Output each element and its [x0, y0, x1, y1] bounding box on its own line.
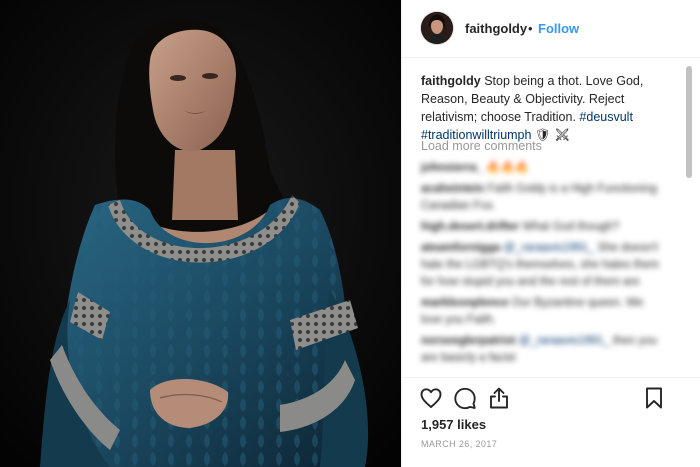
comment-item: high.desert.drifter What God though?: [421, 219, 666, 236]
comment-mention[interactable]: @_raraavis1991_: [519, 335, 610, 347]
comment-username[interactable]: norseeglerpatriot: [421, 335, 516, 347]
load-more-comments-link[interactable]: Load more comments: [421, 139, 542, 153]
separator-dot: •: [528, 21, 533, 36]
bookmark-icon[interactable]: [642, 386, 666, 410]
post-date[interactable]: MARCH 26, 2017: [421, 439, 497, 449]
post-header: faithgoldy • Follow: [402, 0, 700, 58]
post-sidebar: faithgoldy • Follow faithgoldy Stop bein…: [401, 0, 700, 467]
share-icon[interactable]: [487, 386, 511, 410]
post-actions-footer: 1,957 likes MARCH 26, 2017: [402, 377, 700, 467]
follow-button[interactable]: Follow: [538, 21, 579, 36]
comment-username[interactable]: markleonplence: [421, 297, 509, 309]
portrait-image: [0, 0, 401, 467]
comment-item: acaheintein Faith Goldy is a High Functi…: [421, 181, 666, 215]
post-photo[interactable]: [0, 0, 401, 467]
hashtag-link[interactable]: #deusvult: [579, 110, 633, 124]
comment-item: ateamfornigga @_raraavis1991_ She doesn'…: [421, 240, 666, 291]
comment-icon[interactable]: [453, 386, 477, 410]
heart-icon[interactable]: [419, 386, 443, 410]
comment-item: johnsierra_ 🔥🔥🔥: [421, 160, 666, 177]
avatar[interactable]: [421, 12, 453, 44]
comment-text: 🔥🔥🔥: [486, 162, 530, 174]
comment-username[interactable]: ateamfornigga: [421, 242, 500, 254]
comment-item: norseeglerpatriot @_raraavis1991_ then y…: [421, 333, 666, 367]
avatar-image: [421, 12, 453, 44]
header-username[interactable]: faithgoldy: [465, 21, 527, 36]
post-caption: faithgoldy Stop being a thot. Love God, …: [421, 72, 671, 144]
comment-mention[interactable]: @_raraavis1991_: [503, 242, 594, 254]
likes-count[interactable]: 1,957 likes: [421, 417, 486, 432]
comment-text: What God though?: [522, 221, 620, 233]
comments-list: johnsierra_ 🔥🔥🔥 acaheintein Faith Goldy …: [421, 160, 666, 371]
comment-item: markleonplence Our Byzantine queen. We l…: [421, 295, 666, 329]
comment-username[interactable]: acaheintein: [421, 183, 484, 195]
comment-username[interactable]: johnsierra_: [421, 162, 483, 174]
comment-username[interactable]: high.desert.drifter: [421, 221, 519, 233]
caption-username[interactable]: faithgoldy: [421, 74, 481, 88]
comments-scrollbar[interactable]: [686, 66, 692, 178]
